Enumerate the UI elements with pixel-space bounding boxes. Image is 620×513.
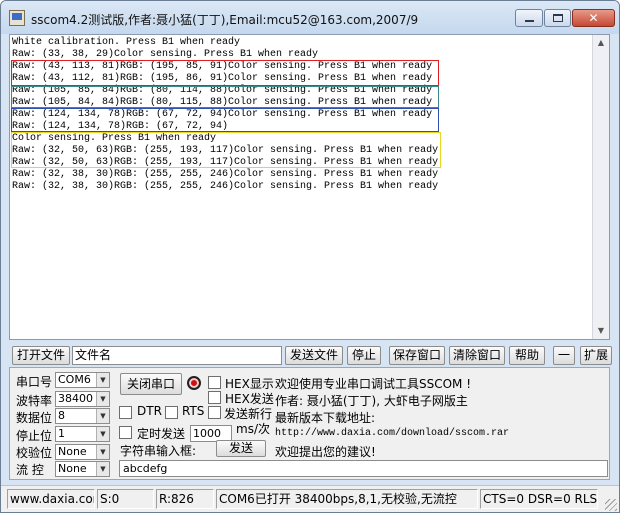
resize-grip-icon[interactable] [605, 499, 617, 511]
hex-send-checkbox[interactable] [208, 391, 221, 404]
notice-line: 作者: 聂小猛(丁丁), 大虾电子网版主 [275, 394, 468, 408]
parity-label: 校验位 [16, 446, 53, 460]
status-signals: CTS=0 DSR=0 RLSD [480, 489, 598, 509]
dtr-checkbox[interactable] [119, 406, 132, 419]
status-port: COM6已打开 38400bps,8,1,无校验,无流控 [216, 489, 478, 509]
maximize-icon [553, 14, 563, 22]
terminal-line: Raw: (32, 38, 30)RGB: (255, 255, 246)Col… [12, 169, 439, 180]
highlight-box-red [11, 60, 439, 86]
highlight-box-yellow [11, 132, 441, 168]
scroll-down-arrow-icon[interactable]: ▼ [593, 323, 609, 339]
sscom-app-icon[interactable] [9, 10, 25, 26]
hex-display-checkbox[interactable] [208, 376, 221, 389]
maximize-button[interactable] [544, 9, 571, 27]
send-button[interactable]: 发送 [216, 440, 266, 457]
terminal-line: White calibration. Press B1 when ready [12, 37, 241, 48]
notice-line: 最新版本下载地址: [275, 411, 376, 425]
status-sent-count: S:0 [97, 489, 154, 509]
port-value: COM6 [58, 373, 91, 386]
databits-label: 数据位 [16, 411, 53, 425]
app-window: sscom4.2测试版,作者:聂小猛(丁丁),Email:mcu52@163.c… [0, 0, 620, 513]
window-title: sscom4.2测试版,作者:聂小猛(丁丁),Email:mcu52@163.c… [31, 13, 419, 27]
terminal-scrollbar[interactable]: ▲ ▼ [592, 35, 609, 339]
parity-value: None [58, 445, 87, 458]
send-newline-checkbox[interactable] [208, 406, 221, 419]
flow-value: None [58, 462, 87, 475]
timed-send-label: 定时发送 [137, 427, 186, 441]
open-file-button[interactable]: 打开文件 [12, 346, 70, 365]
close-port-button[interactable]: 关闭串口 [120, 373, 182, 395]
status-site[interactable]: www.daxia.com [7, 489, 95, 509]
clear-window-button[interactable]: 清除窗口 [449, 346, 505, 365]
stopbits-value: 1 [58, 427, 65, 440]
chevron-down-icon: ▼ [96, 409, 109, 423]
stop-button[interactable]: 停止 [347, 346, 381, 365]
interval-unit-label: ms/次 [236, 422, 270, 436]
stopbits-select[interactable]: 1 ▼ [55, 426, 110, 442]
chevron-down-icon: ▼ [96, 462, 109, 476]
chevron-down-icon: ▼ [96, 427, 109, 441]
timed-send-checkbox[interactable] [119, 426, 132, 439]
chevron-down-icon: ▼ [96, 373, 109, 387]
receive-terminal[interactable]: White calibration. Press B1 when ready R… [9, 34, 610, 340]
chevron-down-icon: ▼ [96, 392, 109, 406]
notice-line: 欢迎提出您的建议! [275, 445, 376, 459]
send-text-input[interactable]: abcdefg [119, 460, 608, 477]
port-label: 串口号 [16, 375, 53, 389]
minimize-icon [525, 20, 534, 22]
minimize-button[interactable] [515, 9, 543, 27]
help-button[interactable]: 帮助 [509, 346, 545, 365]
databits-select[interactable]: 8 ▼ [55, 408, 110, 424]
baud-label: 波特率 [16, 394, 53, 408]
flow-select[interactable]: None ▼ [55, 461, 110, 477]
flow-label: 流 控 [16, 463, 44, 477]
close-icon: ✕ [588, 11, 599, 25]
rts-label: RTS [182, 404, 205, 418]
status-received-count: R:826 [156, 489, 214, 509]
chevron-down-icon: ▼ [96, 445, 109, 459]
baud-value: 38400 [58, 392, 93, 405]
status-bar: www.daxia.com S:0 R:826 COM6已打开 38400bps… [1, 485, 619, 512]
notice-url: http://www.daxia.com/download/sscom.rar [275, 428, 510, 439]
parity-select[interactable]: None ▼ [55, 444, 110, 460]
scroll-up-arrow-icon[interactable]: ▲ [593, 35, 609, 51]
highlight-box-teal [11, 86, 439, 108]
dtr-label: DTR [137, 404, 162, 418]
save-window-button[interactable]: 保存窗口 [389, 346, 445, 365]
serial-settings-panel: 串口号 COM6 ▼ 波特率 38400 ▼ 数据位 8 ▼ 停止位 1 ▼ 校验位 N… [9, 367, 610, 480]
rts-checkbox[interactable] [165, 406, 178, 419]
stopbits-label: 停止位 [16, 429, 53, 443]
notice-line: 欢迎使用专业串口调试工具SSCOM ! [275, 377, 472, 391]
expand-button[interactable]: 扩展 [580, 346, 612, 365]
send-file-button[interactable]: 发送文件 [285, 346, 343, 365]
filename-input[interactable]: 文件名 [72, 346, 282, 365]
string-input-label: 字符串输入框: [120, 444, 197, 458]
record-icon[interactable] [187, 376, 201, 390]
highlight-box-blue [11, 108, 439, 132]
close-button[interactable]: ✕ [572, 9, 615, 27]
databits-value: 8 [58, 409, 65, 422]
baud-select[interactable]: 38400 ▼ [55, 391, 110, 407]
terminal-line: Raw: (32, 38, 30)RGB: (255, 255, 246)Col… [12, 181, 439, 192]
collapse-button[interactable]: 一 [553, 346, 575, 365]
port-select[interactable]: COM6 ▼ [55, 372, 110, 388]
title-bar[interactable]: sscom4.2测试版,作者:聂小猛(丁丁),Email:mcu52@163.c… [1, 1, 619, 34]
